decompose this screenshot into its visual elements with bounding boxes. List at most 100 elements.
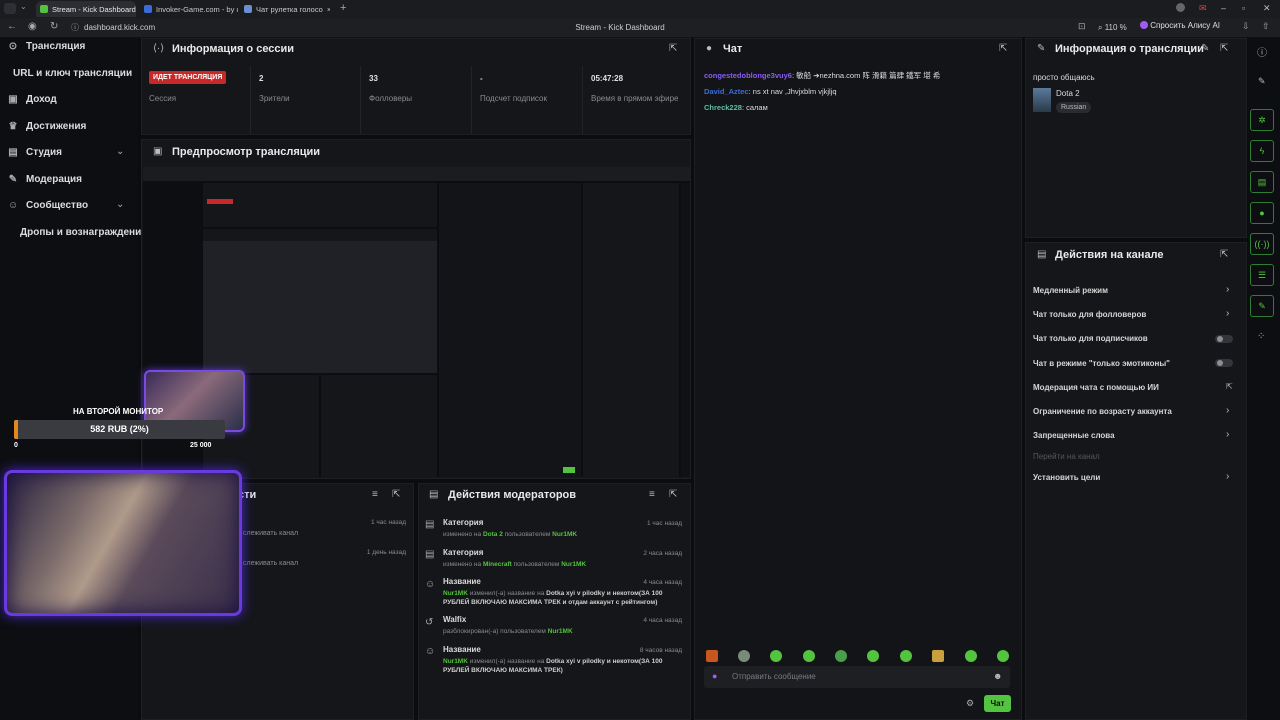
bookmark-icon[interactable]: ⊡ (1078, 21, 1086, 32)
subscribers-only-toggle[interactable] (1215, 335, 1233, 343)
popout-icon[interactable]: ⇱ (1220, 43, 1228, 54)
tab-invoker-game[interactable]: Invoker-Game.com - by ci (140, 1, 238, 17)
back-icon[interactable]: ← (7, 21, 17, 32)
popout-icon[interactable]: ⇱ (1220, 249, 1228, 260)
chevron-right-icon[interactable]: › (1226, 308, 1229, 319)
emote-icon[interactable] (932, 650, 944, 662)
sidebar-item-moderation[interactable]: ✎ Модерация (8, 174, 82, 185)
community-chevron-down-icon[interactable]: ⌄ (116, 199, 124, 210)
chat-input[interactable]: ● Отправить сообщение ☻ (704, 666, 1010, 688)
filter-icon[interactable]: ≡ (372, 489, 378, 500)
tabs-dropdown-icon[interactable]: ⌄ (20, 2, 27, 11)
stream-info-title: Информация о трансляции (1055, 43, 1204, 55)
popout-icon[interactable]: ⇱ (669, 489, 677, 500)
nested-chat-panel (439, 183, 581, 477)
ask-alice-button[interactable]: Спросить Алису AI (1140, 21, 1220, 30)
rail-bug-icon[interactable]: ✲ (1250, 109, 1274, 131)
chat-settings-icon[interactable]: ⚙ (966, 698, 974, 709)
popout-icon[interactable]: ⇱ (999, 43, 1007, 54)
rail-wrench-icon[interactable]: ✎ (1250, 295, 1274, 317)
chevron-right-icon[interactable]: › (1226, 405, 1229, 416)
rail-chat-icon[interactable]: ● (1250, 202, 1274, 224)
user-link[interactable]: Nur1MK (443, 658, 468, 665)
emote-only-toggle[interactable] (1215, 359, 1233, 367)
rail-grid-icon[interactable]: ⁘ (1257, 331, 1265, 342)
sidebar-item-url-key[interactable]: URL и ключ трансляции (13, 68, 132, 79)
emote-icon[interactable] (803, 650, 815, 662)
emote-icon[interactable] (965, 650, 977, 662)
stream-preview-title: Предпросмотр трансляции (172, 146, 321, 158)
forward-icon[interactable]: ◉ (28, 21, 37, 32)
new-tab-icon[interactable]: + (340, 2, 346, 14)
rail-broadcast-icon[interactable]: ((·)) (1250, 233, 1274, 255)
mod-action-title: Название (443, 577, 481, 586)
chat-send-button[interactable]: Чат (984, 695, 1011, 712)
url-field[interactable]: dashboard.kick.com (84, 23, 155, 32)
rail-doc-icon[interactable]: ▤ (1250, 171, 1274, 193)
external-link-icon[interactable]: ⇱ (1226, 382, 1233, 391)
pencil-icon[interactable]: ✎ (1258, 76, 1266, 87)
chevron-right-icon[interactable]: › (1226, 284, 1229, 295)
stat-label: Зрители (259, 94, 290, 103)
sidebar-item-label: Сообщество (26, 200, 89, 211)
nested-preview-video (203, 241, 437, 373)
undo-icon: ↺ (425, 617, 434, 628)
emote-icon[interactable] (706, 650, 718, 662)
info-icon[interactable]: ⓘ (1257, 44, 1267, 59)
mod-action-desc: изменено на Dota 2 пользователем Nur1MK (443, 530, 577, 539)
sidebar-item-label: Достижения (26, 121, 87, 132)
reload-icon[interactable]: ↻ (50, 21, 58, 32)
nested-mod-panel (321, 375, 437, 477)
category-name[interactable]: Dota 2 (1056, 89, 1080, 98)
close-window-icon[interactable]: ✕ (1263, 3, 1271, 14)
emote-icon[interactable] (867, 650, 879, 662)
tab-kick-dashboard[interactable]: Stream - Kick Dashboard × (36, 1, 136, 17)
sidebar-item-drops[interactable]: Дропы и вознаграждение (20, 227, 147, 238)
tab-close-icon[interactable]: × (327, 5, 330, 14)
sidebar-item-achievements[interactable]: ♛ Достижения (8, 121, 87, 132)
minimize-icon[interactable]: – (1221, 3, 1226, 13)
browser-menu-icon[interactable] (4, 3, 16, 14)
emote-icon[interactable] (997, 650, 1009, 662)
popout-icon[interactable]: ⇱ (669, 43, 677, 54)
chat-username[interactable]: congestedoblonge3vuy6 (704, 71, 792, 80)
chat-username[interactable]: Chreck228 (704, 103, 742, 112)
downloads-icon[interactable]: ⇩ (1242, 21, 1250, 32)
user-link[interactable]: Nur1MK (561, 561, 586, 568)
action-label: Модерация чата с помощью ИИ (1033, 383, 1159, 392)
tab-chat-roulette[interactable]: Чат рулетка голосо × (240, 1, 330, 17)
sidebar-item-studio[interactable]: ▤ Студия (8, 147, 62, 158)
mod-action-desc: изменено на Minecraft пользователем Nur1… (443, 560, 586, 569)
profile-icon[interactable] (1176, 3, 1185, 12)
studio-chevron-down-icon[interactable]: ⌄ (116, 146, 124, 157)
emote-icon[interactable] (738, 650, 750, 662)
user-link[interactable]: Nur1MK (548, 628, 573, 635)
rail-list-icon[interactable]: ☰ (1250, 264, 1274, 286)
sidebar-item-label: Дропы и вознаграждение (20, 227, 147, 238)
rail-bolt-icon[interactable]: ϟ (1250, 140, 1274, 162)
popout-icon[interactable]: ⇱ (392, 489, 400, 500)
sidebar-item-income[interactable]: ▣ Доход (8, 94, 56, 105)
extensions-icon[interactable]: ✉ (1199, 3, 1207, 14)
chat-username[interactable]: David_Aztec (704, 87, 749, 96)
sidebar-item-broadcast[interactable]: ⊙ Трансляция (8, 41, 86, 52)
donation-goal-bar: 582 RUB (2%) (14, 420, 225, 439)
emoji-picker-icon[interactable]: ☻ (993, 671, 1002, 681)
zoom-level[interactable]: ⌕ 110 % (1098, 23, 1127, 33)
site-info-icon[interactable]: ⓘ (71, 22, 79, 33)
share-icon[interactable]: ⇧ (1262, 21, 1270, 32)
user-link[interactable]: Nur1MK (443, 590, 468, 597)
mod-action-desc: Nur1MK изменил(-а) название на Dotka xyi… (443, 657, 683, 675)
stat-value: 2 (259, 74, 264, 83)
restore-icon[interactable]: ▫ (1242, 3, 1245, 13)
emote-icon[interactable] (835, 650, 847, 662)
sidebar-item-community[interactable]: ☺ Сообщество (8, 200, 88, 211)
chevron-right-icon[interactable]: › (1226, 471, 1229, 482)
chevron-right-icon[interactable]: › (1226, 429, 1229, 440)
filter-icon[interactable]: ≡ (649, 489, 655, 500)
user-link[interactable]: Nur1MK (552, 531, 577, 538)
emote-icon[interactable] (770, 650, 782, 662)
emote-icon[interactable] (900, 650, 912, 662)
microphone-icon[interactable]: ● (712, 671, 717, 681)
edit-icon[interactable]: ✎ (1201, 43, 1209, 54)
